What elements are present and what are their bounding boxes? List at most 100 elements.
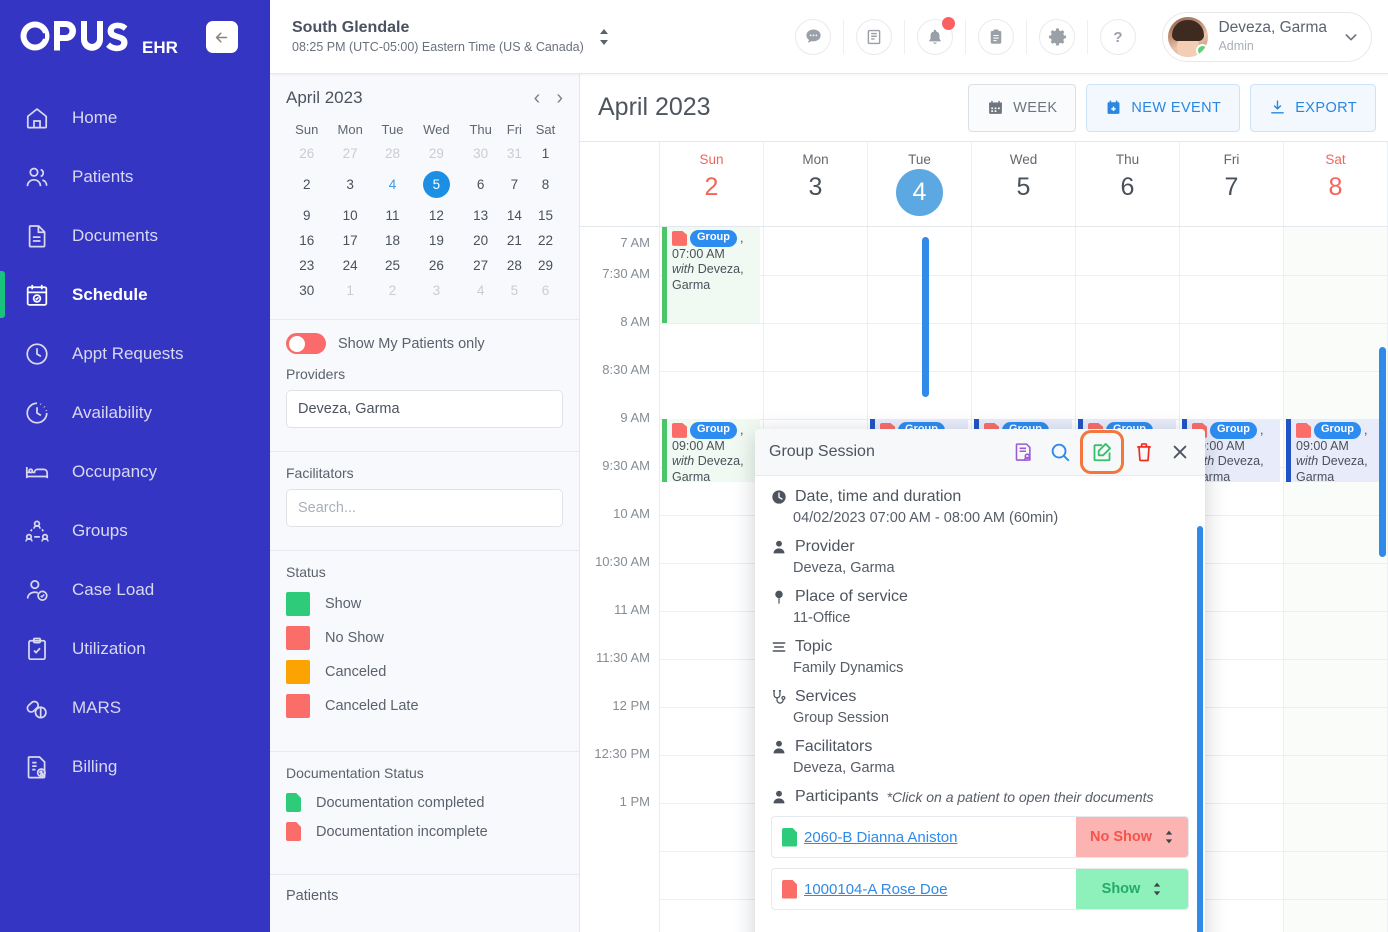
mini-calendar-day[interactable]: 26 [286, 141, 328, 166]
status-legend-item[interactable]: No Show [286, 626, 563, 650]
mini-calendar-day[interactable]: 14 [501, 203, 528, 228]
delete-icon[interactable] [1131, 439, 1157, 465]
sort-arrows-icon[interactable] [598, 27, 610, 47]
sidebar-item-home[interactable]: Home [0, 88, 270, 147]
mini-calendar-day[interactable]: 30 [286, 278, 328, 303]
mini-calendar-day[interactable]: 17 [328, 228, 373, 253]
sidebar-item-mars[interactable]: MARS [0, 678, 270, 737]
mini-calendar-day[interactable]: 31 [501, 141, 528, 166]
calendar-event[interactable]: Group,09:00 AMwith Deveza, Garma [662, 419, 760, 482]
mini-calendar-day[interactable]: 6 [528, 278, 563, 303]
participant-link[interactable]: 1000104-A Rose Doe [772, 869, 1076, 909]
chevron-right-icon[interactable]: › [556, 88, 563, 108]
mini-calendar-day[interactable]: 21 [501, 228, 528, 253]
clipboard-icon[interactable] [978, 18, 1015, 55]
mini-calendar-day[interactable]: 27 [461, 253, 501, 278]
mini-calendar-day[interactable]: 2 [286, 166, 328, 203]
mini-calendar-day[interactable]: 2 [373, 278, 412, 303]
bell-icon[interactable] [917, 16, 956, 55]
mini-calendar-day[interactable]: 5 [501, 278, 528, 303]
mini-calendar-day[interactable]: 29 [528, 253, 563, 278]
location-selector[interactable]: South Glendale 08:25 PM (UTC-05:00) East… [270, 17, 610, 55]
participant-link[interactable]: 2060-B Dianna Aniston [772, 817, 1076, 857]
sidebar-item-schedule[interactable]: Schedule [0, 265, 270, 324]
mini-calendar-day[interactable]: 4 [461, 278, 501, 303]
mini-calendar-day[interactable]: 30 [461, 141, 501, 166]
mini-calendar-day[interactable]: 13 [461, 203, 501, 228]
book-icon[interactable] [856, 18, 893, 55]
status-legend-item[interactable]: Show [286, 592, 563, 616]
export-button[interactable]: EXPORT [1250, 83, 1376, 132]
calendar-page-scrollbar[interactable] [1379, 347, 1386, 557]
day-header[interactable]: Fri 7 [1180, 142, 1284, 226]
mini-calendar-day[interactable]: 18 [373, 228, 412, 253]
mini-calendar-day[interactable]: 28 [501, 253, 528, 278]
calendar-vertical-scrollbar[interactable] [922, 237, 929, 397]
popup-scrollbar[interactable] [1197, 526, 1203, 932]
show-my-patients-toggle[interactable] [286, 333, 326, 354]
mini-calendar-day[interactable]: 9 [286, 203, 328, 228]
week-view-button[interactable]: WEEK [968, 83, 1077, 132]
mini-calendar-day[interactable]: 27 [328, 141, 373, 166]
sidebar-item-patients[interactable]: Patients [0, 147, 270, 206]
sidebar-item-documents[interactable]: Documents [0, 206, 270, 265]
sidebar-item-appt-requests[interactable]: Appt Requests [0, 324, 270, 383]
participant-status-select[interactable]: No Show [1076, 817, 1188, 857]
mini-calendar-day[interactable]: 25 [373, 253, 412, 278]
doc-status-legend-item[interactable]: Documentation incomplete [286, 822, 563, 841]
chat-icon[interactable] [795, 18, 832, 55]
mini-calendar-day[interactable]: 4 [373, 166, 412, 203]
search-icon[interactable] [1047, 439, 1073, 465]
mini-calendar-day[interactable]: 1 [328, 278, 373, 303]
mini-calendar-day[interactable]: 8 [528, 166, 563, 203]
day-header[interactable]: Sun 2 [660, 142, 764, 226]
calendar-event[interactable]: Group, 07:00 AM with Deveza, Garma [662, 227, 760, 323]
day-header[interactable]: Thu 6 [1076, 142, 1180, 226]
status-legend-item[interactable]: Canceled [286, 660, 563, 684]
mini-calendar-day[interactable]: 29 [412, 141, 460, 166]
mini-calendar-day[interactable]: 11 [373, 203, 412, 228]
notes-person-icon[interactable] [1011, 439, 1037, 465]
day-header[interactable]: Tue 4 [868, 142, 972, 226]
mini-calendar-day[interactable]: 6 [461, 166, 501, 203]
mini-calendar-day[interactable]: 3 [328, 166, 373, 203]
day-column[interactable]: Group, 07:00 AM with Deveza, Garma Group, 09… [660, 227, 764, 932]
close-icon[interactable] [1167, 439, 1193, 465]
mini-calendar-day[interactable]: 1 [528, 141, 563, 166]
providers-input[interactable]: Deveza, Garma [286, 390, 563, 428]
help-icon[interactable]: ? [1100, 18, 1137, 55]
sidebar-collapse-button[interactable] [205, 21, 238, 53]
sidebar-item-availability[interactable]: Availability [0, 383, 270, 442]
mini-calendar-day[interactable]: 16 [286, 228, 328, 253]
participant-row[interactable]: 2060-B Dianna Aniston No Show [771, 816, 1189, 858]
sidebar-item-utilization[interactable]: Utilization [0, 619, 270, 678]
gear-icon[interactable] [1039, 18, 1076, 55]
mini-calendar-day[interactable]: 10 [328, 203, 373, 228]
day-column[interactable]: Group,09:00 AMwith Deveza, Garma [1284, 227, 1388, 932]
mini-calendar-day[interactable]: 22 [528, 228, 563, 253]
mini-calendar-day[interactable]: 24 [328, 253, 373, 278]
sidebar-item-occupancy[interactable]: Occupancy [0, 442, 270, 501]
chevron-left-icon[interactable]: ‹ [534, 88, 541, 108]
day-header[interactable]: Mon 3 [764, 142, 868, 226]
day-header[interactable]: Sat 8 [1284, 142, 1388, 226]
sidebar-item-case-load[interactable]: Case Load [0, 560, 270, 619]
mini-calendar-day[interactable]: 12 [412, 203, 460, 228]
status-legend-item[interactable]: Canceled Late [286, 694, 563, 718]
sidebar-item-groups[interactable]: Groups [0, 501, 270, 560]
mini-calendar-day[interactable]: 20 [461, 228, 501, 253]
mini-calendar-day[interactable]: 26 [412, 253, 460, 278]
participant-status-select[interactable]: Show [1076, 869, 1188, 909]
doc-status-legend-item[interactable]: Documentation completed [286, 793, 563, 812]
day-header[interactable]: Wed 5 [972, 142, 1076, 226]
new-event-button[interactable]: NEW EVENT [1086, 83, 1241, 132]
mini-calendar-day[interactable]: 5 [412, 166, 460, 203]
mini-calendar-day[interactable]: 19 [412, 228, 460, 253]
edit-icon[interactable] [1080, 430, 1124, 474]
mini-calendar-day[interactable]: 3 [412, 278, 460, 303]
participant-row[interactable]: 1000104-A Rose Doe Show [771, 868, 1189, 910]
facilitators-input[interactable]: Search... [286, 489, 563, 527]
user-menu[interactable]: Deveza, Garma Admin [1162, 11, 1372, 62]
mini-calendar-day[interactable]: 7 [501, 166, 528, 203]
mini-calendar-day[interactable]: 23 [286, 253, 328, 278]
